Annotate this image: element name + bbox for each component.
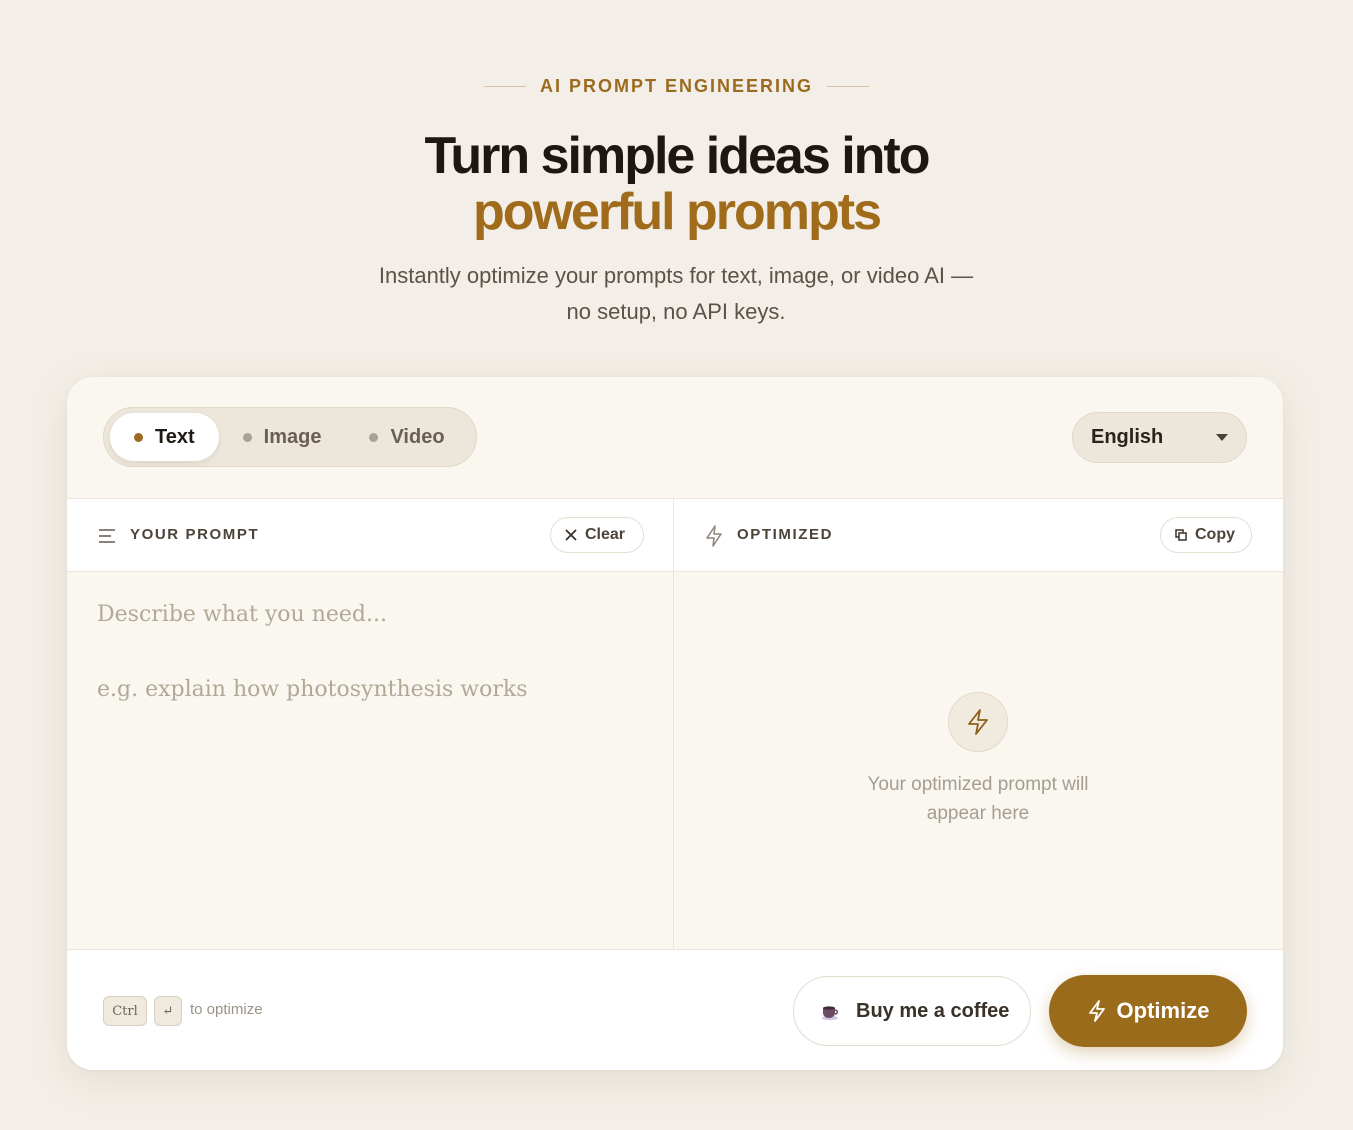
bolt-icon bbox=[1088, 1000, 1105, 1022]
copy-label: Copy bbox=[1195, 526, 1235, 543]
eyebrow-rule-left bbox=[483, 86, 526, 87]
clear-label: Clear bbox=[585, 526, 626, 543]
hero-subtitle-line-2: no setup, no API keys. bbox=[566, 299, 786, 324]
hero-title: Turn simple ideas into bbox=[424, 127, 930, 185]
tab-label: Video bbox=[390, 425, 445, 448]
language-value: English bbox=[1091, 426, 1164, 448]
kbd-ctrl: Ctrl bbox=[103, 996, 147, 1026]
tab-dot-icon bbox=[369, 432, 379, 442]
input-panel-header: YOUR PROMPT Clear bbox=[67, 498, 674, 572]
bolt-icon bbox=[968, 709, 988, 735]
copy-icon bbox=[1175, 529, 1187, 541]
language-select[interactable]: English bbox=[1072, 412, 1247, 463]
input-panel-label: YOUR PROMPT bbox=[130, 526, 260, 543]
prompt-input[interactable]: Describe what you need... e.g. explain h… bbox=[67, 572, 674, 949]
optimizer-card: Text Image Video English YOUR PROMPT Cle… bbox=[67, 377, 1283, 1070]
buy-coffee-button[interactable]: Buy me a coffee bbox=[793, 976, 1031, 1046]
bolt-badge bbox=[948, 692, 1008, 752]
optimize-label: Optimize bbox=[1116, 998, 1210, 1023]
eyebrow: AI PROMPT ENGINEERING bbox=[0, 76, 1353, 97]
eyebrow-rule-right bbox=[827, 86, 870, 87]
hero-subtitle: Instantly optimize your prompts for text… bbox=[326, 258, 1026, 330]
lines-icon bbox=[99, 529, 115, 543]
kbd-enter: ↵ bbox=[154, 996, 182, 1026]
prompt-placeholder: Describe what you need... bbox=[97, 602, 387, 627]
prompt-example: e.g. explain how photosynthesis works bbox=[97, 677, 528, 702]
tab-image[interactable]: Image bbox=[219, 413, 346, 461]
tab-dot-icon bbox=[242, 432, 252, 442]
empty-state-line-1: Your optimized prompt will bbox=[867, 774, 1089, 795]
hero-subtitle-line-1: Instantly optimize your prompts for text… bbox=[378, 263, 974, 288]
coffee-cup-icon bbox=[822, 1006, 839, 1021]
output-panel-header: OPTIMIZED Copy bbox=[674, 498, 1283, 572]
buy-coffee-label: Buy me a coffee bbox=[856, 999, 1010, 1022]
tab-label: Image bbox=[263, 425, 322, 448]
clear-button[interactable]: Clear bbox=[550, 517, 644, 553]
eyebrow-text: AI PROMPT ENGINEERING bbox=[539, 76, 814, 96]
hero-title-highlight: powerful prompts bbox=[472, 183, 882, 241]
tab-video[interactable]: Video bbox=[345, 413, 468, 461]
mode-tabs: Text Image Video bbox=[103, 407, 477, 467]
output-panel-label: OPTIMIZED bbox=[737, 526, 834, 543]
chevron-down-icon bbox=[1216, 434, 1228, 441]
close-icon bbox=[565, 529, 577, 541]
tab-dot-icon bbox=[134, 432, 143, 442]
optimize-button[interactable]: Optimize bbox=[1049, 975, 1247, 1047]
shortcut-hint: to optimize bbox=[190, 1001, 263, 1018]
copy-button[interactable]: Copy bbox=[1160, 517, 1252, 553]
empty-state-text: Your optimized prompt will appear here bbox=[828, 770, 1128, 828]
bolt-icon bbox=[706, 525, 722, 547]
tab-text[interactable]: Text bbox=[110, 413, 219, 461]
tab-label: Text bbox=[155, 425, 195, 448]
optimized-output: Your optimized prompt will appear here bbox=[674, 572, 1283, 949]
empty-state-line-2: appear here bbox=[926, 803, 1030, 824]
card-footer: Ctrl ↵ to optimize Buy me a coffee Optim… bbox=[67, 949, 1283, 1070]
